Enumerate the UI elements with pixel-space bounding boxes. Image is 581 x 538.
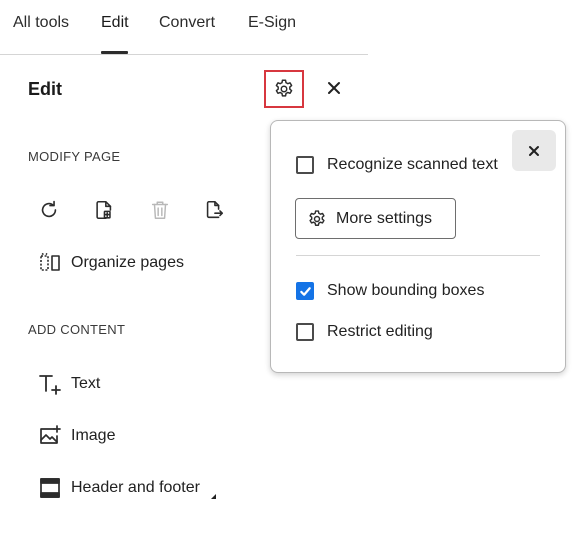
show-bounding-boxes-label: Show bounding boxes <box>327 282 485 299</box>
recognize-scanned-text-label: Recognize scanned text <box>327 156 498 173</box>
tab-all-tools[interactable]: All tools <box>13 14 69 32</box>
restrict-editing-label: Restrict editing <box>327 323 433 340</box>
organize-pages-label: Organize pages <box>71 254 184 271</box>
active-tab-indicator <box>101 51 128 54</box>
delete-page-button[interactable] <box>145 195 175 225</box>
panel-close-button[interactable] <box>323 77 345 99</box>
more-settings-label: More settings <box>336 209 433 227</box>
section-label-add-content: ADD CONTENT <box>28 322 126 337</box>
header-footer-label: Header and footer <box>71 479 200 496</box>
add-text-label: Text <box>71 375 101 392</box>
panel-title: Edit <box>28 79 62 99</box>
settings-popover: Recognize scanned text More settings Sho… <box>270 120 566 373</box>
insert-page-button[interactable] <box>89 195 119 225</box>
section-label-modify-page: MODIFY PAGE <box>28 149 121 164</box>
show-bounding-boxes-checkbox[interactable] <box>296 282 314 300</box>
recognize-scanned-text-option[interactable]: Recognize scanned text <box>296 156 498 174</box>
tab-convert[interactable]: Convert <box>159 14 215 32</box>
restrict-editing-option[interactable]: Restrict editing <box>296 323 433 341</box>
rotate-icon <box>38 199 60 221</box>
add-image-icon <box>36 422 64 450</box>
header-footer-button[interactable]: Header and footer <box>36 473 200 503</box>
tab-e-sign[interactable]: E-Sign <box>248 14 296 32</box>
insert-page-icon <box>93 199 115 221</box>
gear-icon <box>273 78 295 100</box>
popover-divider <box>296 255 540 256</box>
delete-page-icon <box>149 199 171 221</box>
checkmark-icon <box>299 286 311 296</box>
add-text-button[interactable]: Text <box>36 369 100 399</box>
restrict-editing-checkbox[interactable] <box>296 323 314 341</box>
gear-icon <box>307 209 327 229</box>
more-settings-button[interactable]: More settings <box>295 198 456 239</box>
tab-bar: All tools Edit Convert E-Sign <box>0 0 368 55</box>
add-image-label: Image <box>71 427 116 444</box>
recognize-scanned-text-checkbox[interactable] <box>296 156 314 174</box>
rotate-page-button[interactable] <box>34 195 64 225</box>
close-icon <box>528 145 540 157</box>
show-bounding-boxes-option[interactable]: Show bounding boxes <box>296 282 484 300</box>
settings-button[interactable] <box>264 70 304 108</box>
tab-edit[interactable]: Edit <box>101 14 129 32</box>
close-icon <box>327 81 341 95</box>
organize-pages-button[interactable]: Organize pages <box>36 248 184 278</box>
submenu-corner-indicator <box>211 494 216 499</box>
header-footer-icon <box>36 474 64 502</box>
add-image-button[interactable]: Image <box>36 421 115 451</box>
popover-close-button[interactable] <box>512 130 556 171</box>
organize-pages-icon <box>36 249 64 277</box>
add-text-icon <box>36 370 64 398</box>
extract-page-icon <box>203 199 225 221</box>
extract-page-button[interactable] <box>199 195 229 225</box>
